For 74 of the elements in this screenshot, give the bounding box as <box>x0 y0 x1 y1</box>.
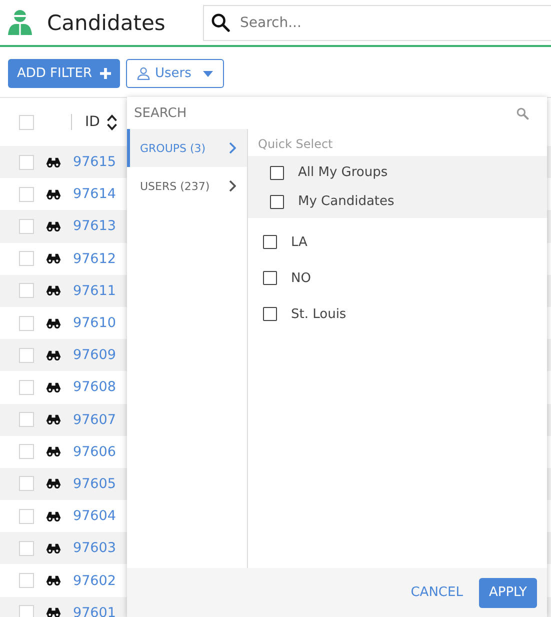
row-checkbox[interactable] <box>19 573 34 588</box>
sort-icon[interactable] <box>106 114 118 130</box>
candidate-id-link[interactable]: 97604 <box>73 508 116 524</box>
chevron-right-icon <box>229 180 236 192</box>
option-checkbox[interactable] <box>270 194 284 208</box>
binoculars-icon[interactable] <box>46 414 61 426</box>
user-icon <box>137 67 150 80</box>
option-checkbox[interactable] <box>270 166 284 180</box>
select-all-checkbox[interactable] <box>19 114 34 130</box>
option-label[interactable]: NO <box>291 270 311 286</box>
row-checkbox[interactable] <box>19 186 34 202</box>
cancel-button[interactable]: CANCEL <box>404 584 469 601</box>
dropdown-search-field[interactable]: SEARCH <box>134 106 516 120</box>
binoculars-icon[interactable] <box>46 382 61 393</box>
candidate-id-link[interactable]: 97605 <box>73 476 116 492</box>
option-checkbox[interactable] <box>263 271 277 285</box>
binoculars-icon[interactable] <box>46 156 61 168</box>
candidate-id-link[interactable]: 97614 <box>73 186 116 202</box>
candidate-id-link[interactable]: 97601 <box>73 604 116 617</box>
option-label[interactable]: All My Groups <box>298 165 388 180</box>
users-filter-dropdown[interactable]: Users <box>126 59 224 88</box>
caret-icon <box>203 70 213 76</box>
row-checkbox[interactable] <box>19 412 34 428</box>
row-checkbox[interactable] <box>19 251 34 266</box>
candidate-id-link[interactable]: 97603 <box>73 540 116 556</box>
chevron-right-icon <box>229 142 236 154</box>
column-header[interactable]: ID <box>85 114 100 130</box>
row-checkbox[interactable] <box>19 283 34 298</box>
candidate-id-link[interactable]: 97606 <box>73 444 116 460</box>
binoculars-icon[interactable] <box>46 446 61 458</box>
candidate-id-link[interactable]: 97613 <box>73 218 116 234</box>
binoculars-icon[interactable] <box>46 188 61 200</box>
row-checkbox[interactable] <box>19 380 34 395</box>
binoculars-icon[interactable] <box>46 542 61 554</box>
binoculars-icon[interactable] <box>46 510 61 522</box>
candidate-id-link[interactable]: 97609 <box>73 347 116 364</box>
option-label[interactable]: LA <box>291 234 308 250</box>
person-icon <box>7 8 33 34</box>
binoculars-icon[interactable] <box>46 607 61 617</box>
row-checkbox[interactable] <box>19 154 34 170</box>
row-checkbox[interactable] <box>19 476 34 492</box>
candidate-id-link[interactable]: 97607 <box>73 412 116 428</box>
row-checkbox[interactable] <box>19 540 34 556</box>
binoculars-icon[interactable] <box>46 575 61 586</box>
page-title: Candidates <box>47 10 166 34</box>
search-icon <box>211 12 230 32</box>
option-label[interactable]: St. Louis <box>291 306 346 322</box>
category-tab[interactable]: GROUPS (3) <box>127 129 247 167</box>
row-checkbox[interactable] <box>19 218 34 234</box>
option-checkbox[interactable] <box>263 307 277 321</box>
search-field[interactable]: Search... <box>203 4 551 40</box>
candidate-id-link[interactable]: 97615 <box>73 154 116 170</box>
add-filter-button[interactable]: ADD FILTER <box>8 59 120 88</box>
row-checkbox[interactable] <box>19 605 34 617</box>
candidate-id-link[interactable]: 97610 <box>73 315 116 332</box>
row-checkbox[interactable] <box>19 508 34 524</box>
option-checkbox[interactable] <box>263 235 277 249</box>
binoculars-icon[interactable] <box>46 253 61 264</box>
row-checkbox[interactable] <box>19 348 34 363</box>
binoculars-icon[interactable] <box>46 478 61 490</box>
candidate-id-link[interactable]: 97612 <box>73 250 116 267</box>
option-label[interactable]: My Candidates <box>298 194 394 209</box>
apply-button[interactable]: APPLY <box>478 578 537 608</box>
row-checkbox[interactable] <box>19 444 34 460</box>
binoculars-icon[interactable] <box>46 350 61 361</box>
candidate-id-link[interactable]: 97602 <box>73 572 116 589</box>
binoculars-icon[interactable] <box>46 220 61 232</box>
candidate-id-link[interactable]: 97608 <box>73 379 116 396</box>
row-checkbox[interactable] <box>19 316 34 331</box>
candidate-id-link[interactable]: 97611 <box>73 282 116 299</box>
binoculars-icon[interactable] <box>46 318 61 329</box>
binoculars-icon[interactable] <box>46 285 61 296</box>
plus-icon <box>100 68 111 79</box>
search-icon <box>516 106 529 120</box>
